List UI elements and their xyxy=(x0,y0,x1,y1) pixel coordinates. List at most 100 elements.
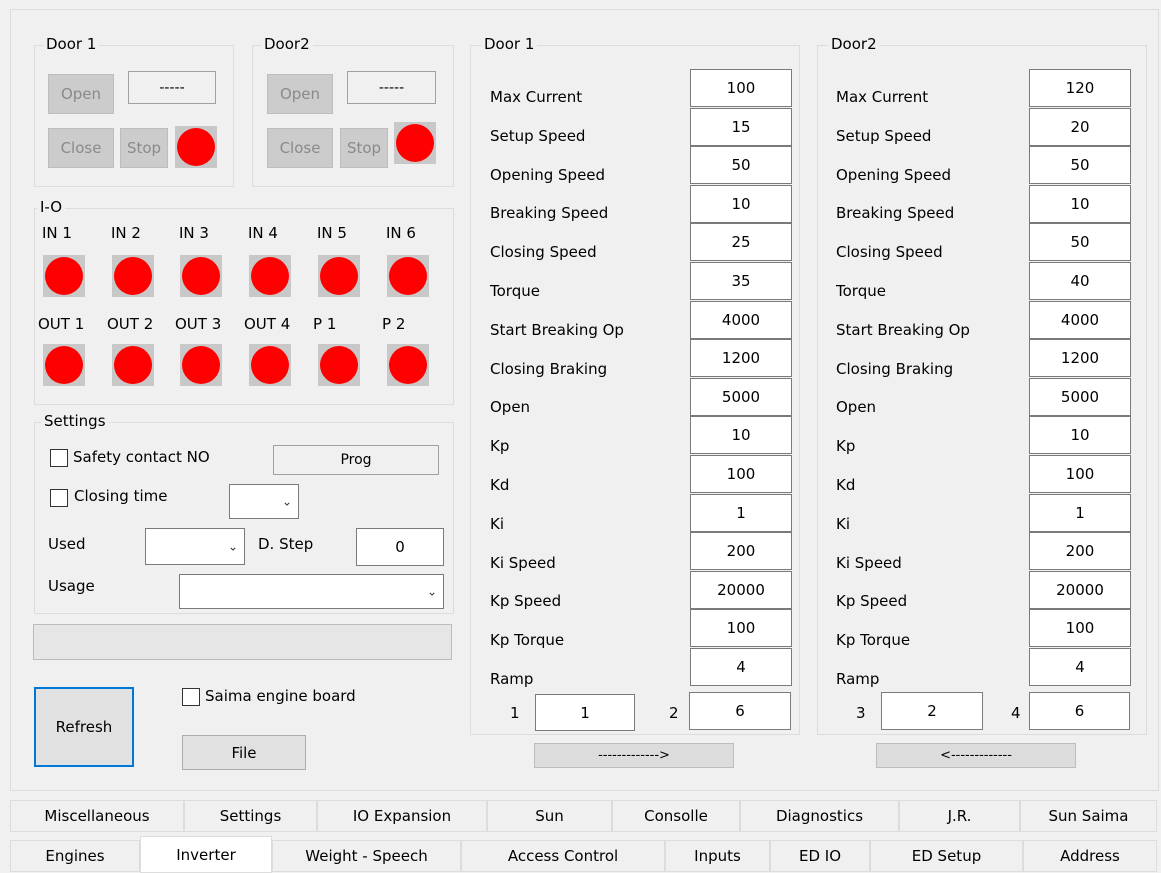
door1-params-label: Kp xyxy=(490,437,510,456)
io-output-led xyxy=(318,344,360,386)
io-input-led xyxy=(249,255,291,297)
door2-params-input[interactable]: 10 xyxy=(1029,184,1131,223)
refresh-button[interactable]: Refresh xyxy=(34,687,134,767)
door2-params-input[interactable]: 40 xyxy=(1029,262,1131,300)
door1-params-input[interactable]: 10 xyxy=(690,184,792,223)
io-input-label: IN 2 xyxy=(111,224,141,242)
door1-params-input[interactable]: 15 xyxy=(690,107,792,146)
tab-access-control[interactable]: Access Control xyxy=(461,840,665,872)
io-output-label: P 2 xyxy=(382,315,406,333)
usage-select[interactable]: ⌄ xyxy=(179,574,444,609)
door1-params-input[interactable]: 35 xyxy=(690,262,792,300)
door1-params-input[interactable]: 100 xyxy=(690,69,792,107)
closing-time-label: Closing time xyxy=(74,487,168,505)
chevron-down-icon: ⌄ xyxy=(281,493,292,508)
tab-io-expansion[interactable]: IO Expansion xyxy=(317,800,487,832)
tab-inverter[interactable]: Inverter xyxy=(140,836,272,873)
tab-consolle[interactable]: Consolle xyxy=(612,800,740,832)
d-step-input[interactable]: 0 xyxy=(356,528,444,566)
door2-open-button[interactable]: Open xyxy=(267,74,333,114)
door2-params-input[interactable]: 50 xyxy=(1029,223,1131,262)
door1-params-input[interactable]: 50 xyxy=(690,146,792,185)
door2-params-label: Start Breaking Op xyxy=(836,320,970,339)
tab-engines[interactable]: Engines xyxy=(10,840,140,872)
door1-params-input[interactable]: 100 xyxy=(690,609,792,648)
door2-params-input[interactable]: 20 xyxy=(1029,107,1131,146)
door2-params-label: Ki Speed xyxy=(836,553,902,572)
io-output-led xyxy=(43,344,85,386)
used-select[interactable]: ⌄ xyxy=(145,528,245,565)
safety-contact-label: Safety contact NO xyxy=(73,448,210,466)
saima-engine-board-checkbox[interactable] xyxy=(182,688,200,706)
io-output-label: OUT 3 xyxy=(175,315,222,333)
door2-params-input[interactable]: 120 xyxy=(1029,69,1131,107)
tab-sun-saima[interactable]: Sun Saima xyxy=(1020,800,1157,832)
door1-params-input[interactable]: 25 xyxy=(690,223,792,262)
copy-door1-to-door2-button[interactable]: -------------> xyxy=(534,743,734,768)
closing-time-select[interactable]: ⌄ xyxy=(229,484,299,519)
door2-params-label: Breaking Speed xyxy=(836,204,955,223)
tab-inputs[interactable]: Inputs xyxy=(665,840,770,872)
chevron-down-icon: ⌄ xyxy=(227,538,238,553)
tab-address[interactable]: Address xyxy=(1023,840,1157,872)
door1-params-title: Door 1 xyxy=(481,35,538,53)
door1-params-input[interactable]: 4000 xyxy=(690,300,792,339)
door1-status-led xyxy=(175,126,217,168)
door1-params-input[interactable]: 4 xyxy=(690,648,792,686)
door1-index-a-input[interactable]: 1 xyxy=(535,694,635,731)
file-button[interactable]: File xyxy=(182,735,306,770)
door1-params-input[interactable]: 5000 xyxy=(690,377,792,416)
door1-stop-button[interactable]: Stop xyxy=(120,128,168,168)
tab-miscellaneous[interactable]: Miscellaneous xyxy=(10,800,184,832)
door2-params-label: Kp Speed xyxy=(836,592,908,611)
door1-params-input[interactable]: 1200 xyxy=(690,339,792,378)
door2-params-label: Opening Speed xyxy=(836,165,952,184)
door2-params-label: Ramp xyxy=(836,670,880,688)
door1-open-button[interactable]: Open xyxy=(48,74,114,114)
door2-params-input[interactable]: 1200 xyxy=(1029,339,1131,378)
door1-params-input[interactable]: 100 xyxy=(690,455,792,493)
door1-index-b-input[interactable]: 6 xyxy=(689,692,791,730)
door1-params-input[interactable]: 1 xyxy=(690,493,792,532)
io-input-label: IN 5 xyxy=(317,224,347,242)
tab-diagnostics[interactable]: Diagnostics xyxy=(740,800,899,832)
door2-params-input[interactable]: 100 xyxy=(1029,455,1131,493)
door2-params-input[interactable]: 20000 xyxy=(1029,570,1131,609)
door1-close-button[interactable]: Close xyxy=(48,128,114,168)
door1-params-input[interactable]: 20000 xyxy=(690,570,792,609)
tab-weight-speech[interactable]: Weight - Speech xyxy=(272,840,461,872)
door2-params-input[interactable]: 100 xyxy=(1029,609,1131,648)
door1-params-label: Setup Speed xyxy=(490,126,586,145)
closing-time-checkbox[interactable] xyxy=(50,489,68,507)
door1-params-input[interactable]: 200 xyxy=(690,532,792,571)
tab-settings[interactable]: Settings xyxy=(184,800,317,832)
door2-params-input[interactable]: 50 xyxy=(1029,146,1131,185)
io-output-label: OUT 4 xyxy=(244,315,291,333)
io-input-label: IN 6 xyxy=(386,224,416,242)
door2-params-input[interactable]: 10 xyxy=(1029,416,1131,455)
door2-params-input[interactable]: 200 xyxy=(1029,532,1131,571)
door2-params-input[interactable]: 4 xyxy=(1029,648,1131,686)
door1-control-title: Door 1 xyxy=(43,35,100,53)
io-input-led xyxy=(112,255,154,297)
tab-ed-io[interactable]: ED IO xyxy=(770,840,870,872)
tab-ed-setup[interactable]: ED Setup xyxy=(870,840,1023,872)
door2-params-input[interactable]: 5000 xyxy=(1029,377,1131,416)
door2-params-input[interactable]: 1 xyxy=(1029,493,1131,532)
door2-params-label: Kp xyxy=(836,437,856,456)
safety-contact-checkbox[interactable] xyxy=(50,449,68,467)
saima-engine-board-label: Saima engine board xyxy=(205,687,356,705)
tab-sun[interactable]: Sun xyxy=(487,800,612,832)
door1-params-input[interactable]: 10 xyxy=(690,416,792,455)
door2-params-label: Closing Speed xyxy=(836,243,943,262)
door2-params-label: Torque xyxy=(836,282,886,300)
copy-door2-to-door1-button[interactable]: <------------- xyxy=(876,743,1076,768)
door2-index-a-input[interactable]: 2 xyxy=(881,692,983,730)
io-input-led xyxy=(387,255,429,297)
door2-stop-button[interactable]: Stop xyxy=(340,128,388,168)
tab-j-r-[interactable]: J.R. xyxy=(899,800,1020,832)
d-step-label: D. Step xyxy=(258,535,314,553)
door2-close-button[interactable]: Close xyxy=(267,128,333,168)
door2-index-b-input[interactable]: 6 xyxy=(1029,692,1130,730)
door2-params-input[interactable]: 4000 xyxy=(1029,300,1131,339)
